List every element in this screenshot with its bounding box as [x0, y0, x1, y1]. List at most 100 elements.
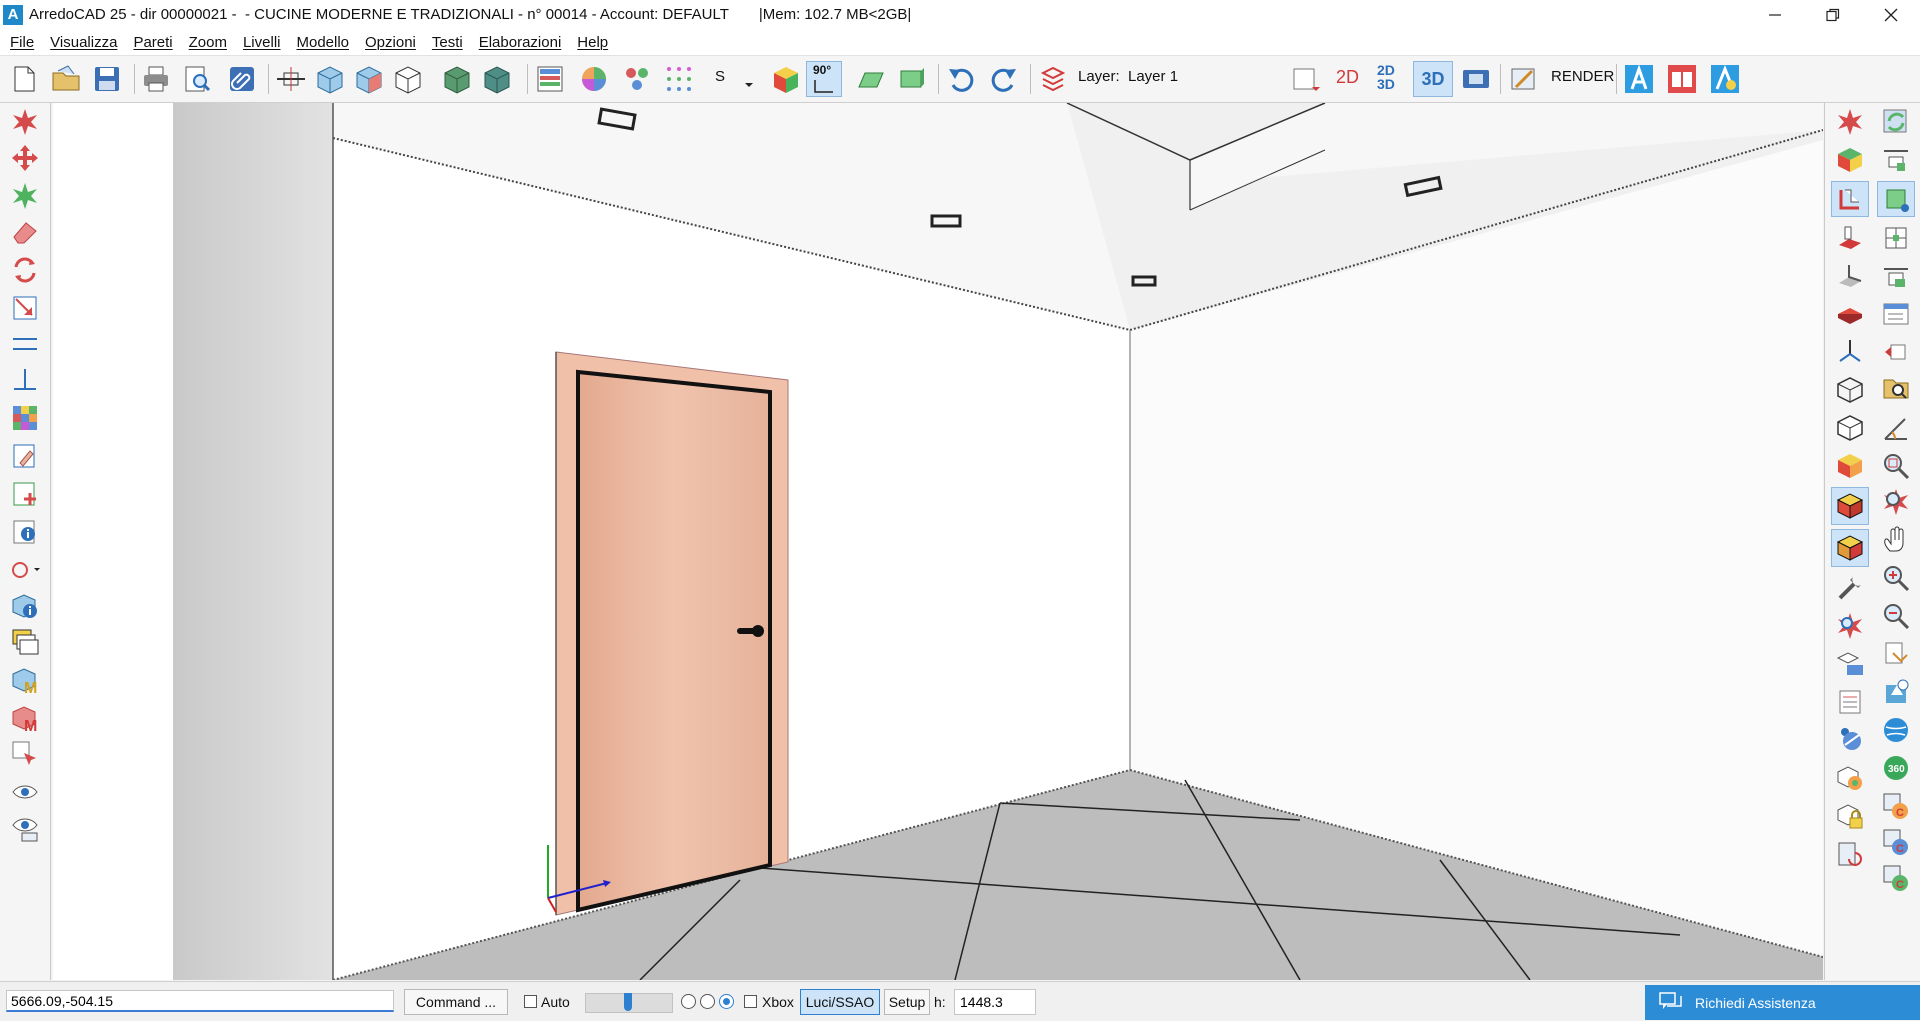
restore-button[interactable]: [1804, 0, 1862, 29]
refresh-view-icon[interactable]: [1881, 107, 1911, 137]
render-settings-icon[interactable]: [1508, 63, 1540, 95]
parallel-lines-icon[interactable]: [10, 329, 40, 359]
layer-selector[interactable]: Layer 1: [1128, 68, 1178, 85]
render-button[interactable]: RENDER: [1551, 68, 1614, 85]
materials-icon[interactable]: [534, 63, 566, 95]
perpendicular-icon[interactable]: [10, 365, 40, 395]
color-wheel-icon[interactable]: [578, 63, 610, 95]
shaded-edges-button[interactable]: [1831, 487, 1869, 525]
side-view-icon[interactable]: [353, 63, 385, 95]
new-file-icon[interactable]: [8, 63, 40, 95]
menu-livelli[interactable]: Livelli: [233, 34, 287, 51]
height-input[interactable]: [954, 989, 1036, 1015]
snap-grid-button[interactable]: [1877, 181, 1915, 217]
zoom-object-icon[interactable]: [1835, 611, 1865, 641]
redo-icon[interactable]: [988, 63, 1020, 95]
green-cube-alt-icon[interactable]: [481, 63, 513, 95]
textured-view-button[interactable]: [1831, 529, 1869, 567]
components-icon[interactable]: [621, 63, 653, 95]
layer-dropdown-icon[interactable]: [1290, 63, 1322, 95]
floor-plane-alt-icon[interactable]: [896, 63, 928, 95]
move-tool-icon[interactable]: [10, 143, 40, 173]
light-slider[interactable]: [585, 993, 673, 1013]
pan-hand-icon[interactable]: [1881, 525, 1911, 555]
menu-opzioni[interactable]: Opzioni: [355, 34, 422, 51]
menu-zoom[interactable]: Zoom: [179, 34, 233, 51]
tile-pattern-icon[interactable]: [10, 403, 40, 433]
render-config-icon[interactable]: C: [1881, 791, 1911, 821]
zoom-in-icon[interactable]: [1881, 563, 1911, 593]
floor-slab-icon[interactable]: [1835, 299, 1865, 329]
catalog-book-icon[interactable]: [1666, 63, 1698, 95]
explode-tool-icon[interactable]: [10, 107, 40, 137]
mode-radio-2[interactable]: [700, 994, 715, 1009]
setup-button[interactable]: Setup: [884, 989, 930, 1015]
open-folder-icon[interactable]: [50, 63, 82, 95]
menu-modello[interactable]: Modello: [286, 34, 355, 51]
scale-tool-icon[interactable]: [10, 293, 40, 323]
object-refresh-icon[interactable]: [1835, 839, 1865, 869]
lights-ssao-button[interactable]: Luci/SSAO: [800, 989, 880, 1015]
array-tool-icon[interactable]: [10, 181, 40, 211]
view-2d-button[interactable]: 2D: [1336, 67, 1359, 88]
print-preview-icon[interactable]: [181, 63, 213, 95]
menu-visualizza[interactable]: Visualizza: [40, 34, 123, 51]
macro-m-icon[interactable]: M: [10, 665, 40, 695]
text-tool-icon[interactable]: [1623, 63, 1655, 95]
cabinet-list-icon[interactable]: [1835, 687, 1865, 717]
properties-panel-icon[interactable]: [1881, 299, 1911, 329]
cube-color-icon[interactable]: [1835, 145, 1865, 175]
edit-object-icon[interactable]: [10, 441, 40, 471]
menu-help[interactable]: Help: [567, 34, 614, 51]
cut-paste-icon[interactable]: [1881, 639, 1911, 669]
wall-height-icon[interactable]: [1835, 223, 1865, 253]
shapes-dropdown-icon[interactable]: [10, 555, 40, 585]
hidden-line-cube-icon[interactable]: [1835, 413, 1865, 443]
menu-elaborazioni[interactable]: Elaborazioni: [469, 34, 568, 51]
zoom-extents-icon[interactable]: [1881, 487, 1911, 517]
sphere-material-icon[interactable]: [1835, 723, 1865, 753]
3d-viewport[interactable]: [53, 103, 1823, 980]
layers-stack-icon[interactable]: [10, 627, 40, 657]
wall-section-button[interactable]: [1831, 181, 1869, 217]
axis-3d-icon[interactable]: [1835, 337, 1865, 367]
eraser-tool-icon[interactable]: [10, 217, 40, 247]
coordinate-input[interactable]: [6, 990, 394, 1012]
wireframe-cube-icon[interactable]: [392, 63, 424, 95]
tools-icon[interactable]: [1835, 573, 1865, 603]
floor-plane-icon[interactable]: [855, 63, 887, 95]
mode-radio-3[interactable]: [719, 994, 734, 1009]
zoom-out-icon[interactable]: [1881, 601, 1911, 631]
close-button[interactable]: [1862, 0, 1920, 29]
auto-checkbox[interactable]: [524, 995, 537, 1008]
object-info-3d-icon[interactable]: [10, 591, 40, 621]
lock-object-icon[interactable]: [1835, 801, 1865, 831]
visibility-edit-icon[interactable]: [10, 813, 40, 843]
measure-angle-icon[interactable]: [1881, 413, 1911, 443]
angle-90-button[interactable]: 90°: [806, 61, 842, 97]
ortho-grid-icon[interactable]: [1881, 223, 1911, 253]
print-icon[interactable]: [140, 63, 172, 95]
menu-testi[interactable]: Testi: [422, 34, 469, 51]
section-plane-icon[interactable]: [1881, 145, 1911, 175]
green-cube-icon[interactable]: [441, 63, 473, 95]
wall-corner-icon[interactable]: [1835, 261, 1865, 291]
arredocad-update-icon[interactable]: [1709, 63, 1741, 95]
view-2d3d-button[interactable]: 2D 3D: [1377, 63, 1407, 95]
explode-3d-icon[interactable]: [1835, 107, 1865, 137]
assistance-button[interactable]: Richiedi Assistenza: [1645, 985, 1920, 1020]
globe-view-icon[interactable]: [1881, 715, 1911, 745]
plan-view-icon[interactable]: [275, 63, 307, 95]
render-config-extra-icon[interactable]: C: [1881, 863, 1911, 893]
xbox-checkbox[interactable]: [744, 995, 757, 1008]
menu-pareti[interactable]: Pareti: [123, 34, 178, 51]
select-object-icon[interactable]: [10, 739, 40, 769]
light-material-icon[interactable]: [1835, 763, 1865, 793]
colored-cube-icon[interactable]: [770, 63, 802, 95]
folder-search-icon[interactable]: [1881, 373, 1911, 403]
macro-m-red-icon[interactable]: M: [10, 703, 40, 733]
command-button[interactable]: Command ...: [404, 989, 508, 1015]
wall-grid-icon[interactable]: [1881, 261, 1911, 291]
arrow-left-panel-icon[interactable]: [1881, 337, 1911, 367]
info-object-icon[interactable]: [10, 517, 40, 547]
